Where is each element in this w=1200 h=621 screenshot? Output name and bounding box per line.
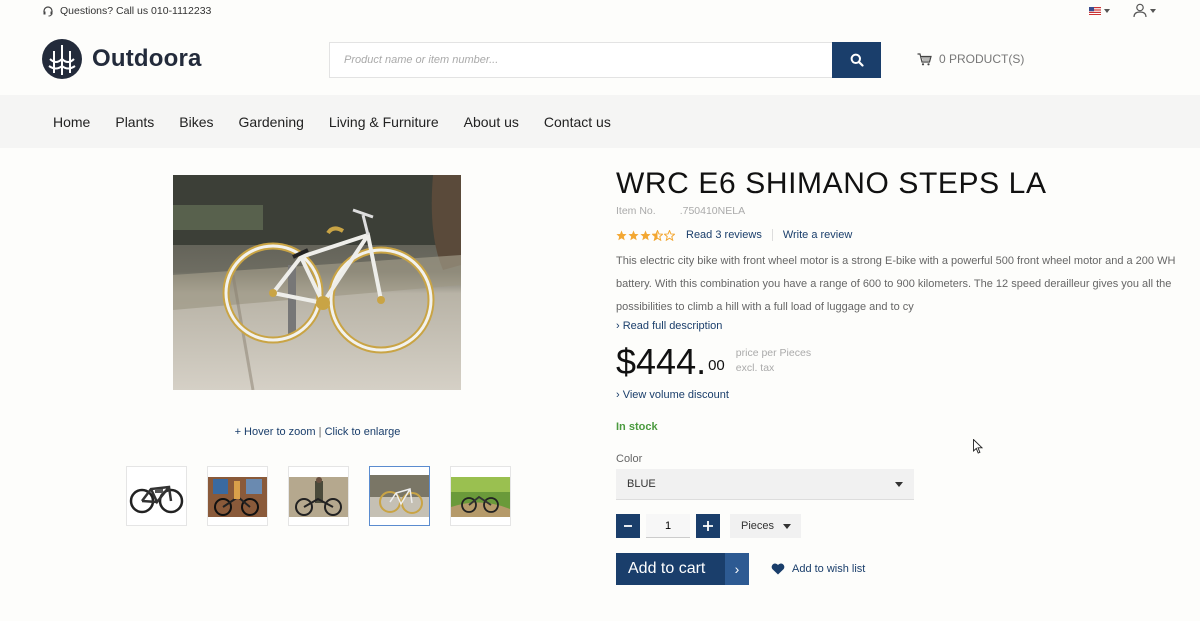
help-text: Questions? Call us 010-1112233 [60, 5, 212, 17]
product-title: WRC E6 SHIMANO STEPS LA [616, 167, 1047, 200]
cart-icon [917, 52, 932, 65]
logo-text: Outdoora [92, 45, 202, 72]
nav-item-living-furniture[interactable]: Living & Furniture [329, 114, 439, 130]
add-to-cart-label: Add to cart [628, 560, 706, 577]
item-number: Item No. .750410NELA [616, 205, 1176, 217]
nav-item-contact-us[interactable]: Contact us [544, 114, 611, 130]
heart-icon [771, 563, 785, 575]
top-bar: Questions? Call us 010-1112233 [0, 0, 1200, 24]
price-main: $444. [616, 341, 707, 382]
read-full-description-link[interactable]: › Read full description [616, 320, 1176, 332]
item-number-value: .750410NELA [679, 205, 746, 217]
chevron-down-icon [783, 523, 791, 529]
main-nav: Home Plants Bikes Gardening Living & Fur… [0, 95, 1200, 148]
divider [771, 229, 773, 241]
product-main-image[interactable] [173, 175, 461, 390]
rating-row: Read 3 reviews Write a review [616, 229, 1176, 241]
mouse-cursor-icon [973, 439, 983, 454]
chevron-down-icon [1150, 8, 1156, 13]
nav-item-gardening[interactable]: Gardening [239, 114, 304, 130]
price-meta: price per Pieces excl. tax [736, 346, 811, 376]
cart-row: Add to cart › Add to wish list [616, 553, 1176, 585]
plus-icon [703, 521, 713, 531]
thumbnail-strip [126, 466, 511, 526]
minus-icon [624, 525, 632, 527]
thumbnail-1[interactable] [126, 466, 187, 526]
nav-item-plants[interactable]: Plants [115, 114, 154, 130]
thumbnail-4-active[interactable] [369, 466, 430, 526]
price-cents: 00 [708, 357, 725, 374]
increase-quantity-button[interactable] [696, 514, 720, 538]
chevron-right-icon: › [725, 553, 749, 585]
star-empty-icon [664, 229, 675, 241]
color-label: Color [616, 453, 643, 465]
header: Outdoora 0 PRODUCT(S) [0, 24, 1200, 95]
nav-item-bikes[interactable]: Bikes [179, 114, 213, 130]
logo[interactable]: Outdoora [40, 37, 202, 81]
item-number-label: Item No. [616, 205, 656, 217]
unit-select[interactable]: Pieces [730, 514, 801, 538]
price-tax: excl. tax [735, 362, 775, 374]
headset-icon [43, 6, 53, 17]
thumbnail-3[interactable] [288, 466, 349, 526]
product-description: This electric city bike with front wheel… [616, 255, 1176, 313]
volume-discount-link[interactable]: › View volume discount [616, 389, 1176, 401]
star-half-icon [652, 229, 663, 241]
thumbnail-5[interactable] [450, 466, 511, 526]
star-rating [616, 229, 675, 241]
quantity-input[interactable] [646, 514, 690, 538]
zoom-hint-separator: | [318, 426, 322, 438]
click-enlarge-link[interactable]: Click to enlarge [325, 426, 401, 438]
search-input[interactable] [329, 42, 832, 78]
stock-status: In stock [616, 421, 658, 433]
write-review-link[interactable]: Write a review [783, 229, 852, 241]
color-select[interactable]: BLUE [616, 469, 914, 500]
price-per: price per Pieces [735, 347, 812, 359]
product-details: WRC E6 SHIMANO STEPS LA Item No. .750410N… [616, 165, 1176, 585]
thumbnail-2[interactable] [207, 466, 268, 526]
add-to-cart-button[interactable]: Add to cart › [616, 553, 749, 585]
us-flag-icon [1089, 7, 1101, 15]
star-icon [628, 230, 639, 240]
user-icon [1133, 3, 1147, 18]
add-to-wish-list-button[interactable]: Add to wish list [771, 563, 865, 575]
logo-tree-icon [42, 39, 82, 79]
read-reviews-link[interactable]: Read 3 reviews [686, 229, 762, 241]
chevron-down-icon [1104, 9, 1110, 13]
color-select-value: BLUE [627, 478, 656, 490]
star-icon [640, 230, 651, 240]
cart-summary[interactable]: 0 PRODUCT(S) [917, 52, 1024, 66]
quantity-row: Pieces [616, 514, 1176, 538]
account-menu[interactable] [1133, 3, 1156, 18]
search-bar [329, 42, 881, 78]
cart-count: 0 PRODUCT(S) [939, 52, 1025, 66]
wish-list-label: Add to wish list [792, 563, 866, 575]
price: $444. 00 [616, 342, 725, 382]
hover-zoom-text: + Hover to zoom [234, 426, 316, 438]
nav-item-about-us[interactable]: About us [464, 114, 519, 130]
nav-item-home[interactable]: Home [53, 114, 90, 130]
star-icon [616, 230, 627, 240]
search-icon [850, 53, 864, 67]
zoom-hint: + Hover to zoom | Click to enlarge [0, 426, 635, 438]
help-contact: Questions? Call us 010-1112233 [42, 5, 211, 17]
chevron-down-icon [895, 481, 903, 487]
decrease-quantity-button[interactable] [616, 514, 640, 538]
unit-select-value: Pieces [741, 520, 775, 532]
language-selector[interactable] [1089, 7, 1110, 15]
search-button[interactable] [832, 42, 881, 78]
price-row: $444. 00 price per Pieces excl. tax [616, 342, 1176, 382]
